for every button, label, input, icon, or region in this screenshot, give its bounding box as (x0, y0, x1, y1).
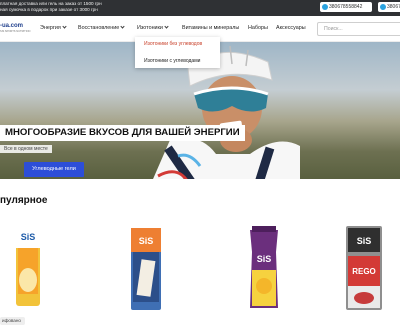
phone-number-2: 38067 (387, 4, 400, 10)
certified-badge: ифовано (0, 317, 25, 325)
nav-item-label: Аксессуары (276, 25, 306, 31)
nav-item-sets[interactable]: Наборы (248, 25, 268, 31)
telegram-icon (322, 4, 328, 10)
search-input[interactable]: Поиск... (317, 22, 400, 36)
top-bar: платная доставка или гель на заказ от 15… (0, 0, 400, 16)
product-name: REGO (352, 267, 376, 276)
energy-gels-button[interactable]: Углеводные гели (24, 162, 84, 177)
hero-subtitle: Все в одном месте (0, 145, 52, 153)
logo-text: -ua.com (0, 23, 24, 29)
chevron-down-icon (62, 24, 67, 29)
dropdown-item-carb-free[interactable]: Изотоники без углеводов (144, 41, 202, 47)
product-card-1[interactable]: SiS (6, 222, 52, 310)
phone-button-1[interactable]: 380678558842 (320, 2, 372, 12)
nav-item-recovery[interactable]: Восстановление (78, 24, 125, 31)
promo-line-1: платная доставка или гель на заказ от 15… (0, 1, 102, 6)
product-brand: SiS (257, 254, 272, 264)
product-image: SiS (131, 228, 161, 310)
phone-button-2[interactable]: 38067 (378, 2, 400, 12)
chevron-down-icon (120, 24, 125, 29)
site-logo[interactable]: -ua.com SIS SPORTS NUTRITION (0, 23, 34, 34)
logo-subtext: SIS SPORTS NUTRITION (0, 30, 31, 33)
nav-item-label: Энергия (40, 25, 61, 31)
nav-item-label: Наборы (248, 25, 268, 31)
promo-text: платная доставка или гель на заказ от 15… (0, 1, 102, 12)
product-brand: SiS (139, 236, 154, 246)
telegram-icon (380, 4, 386, 10)
phone-number-1: 380678558842 (329, 4, 363, 10)
product-brand: SiS (357, 236, 372, 246)
product-image: SiS (250, 226, 278, 308)
nav-item-label: Витамины и минералы (182, 25, 240, 31)
isotonics-dropdown: Изотоники без углеводов Изотоники с угле… (135, 37, 220, 68)
nav-item-energy[interactable]: Энергия (40, 24, 67, 31)
nav-item-label: Изотоники (137, 25, 163, 31)
promo-line-2: ная сумочка в подарок при заказе от 3000… (0, 6, 98, 12)
product-card-4[interactable]: SiS REGO (340, 222, 386, 310)
nav-item-vitamins[interactable]: Витамины и минералы (182, 25, 239, 31)
dropdown-item-with-carbs[interactable]: Изотоники с углеводами (144, 58, 200, 64)
product-image: SiS REGO (346, 226, 382, 310)
popular-section-title: пулярное (0, 195, 48, 206)
hero-title: МНОГООБРАЗИЕ ВКУСОВ ДЛЯ ВАШЕЙ ЭНЕРГИИ (0, 125, 245, 141)
nav-item-label: Восстановление (78, 25, 120, 31)
nav-item-isotonics[interactable]: Изотоники (137, 24, 169, 31)
product-image: SiS (16, 226, 40, 306)
nav-item-accessories[interactable]: Аксессуары (276, 25, 306, 31)
product-card-2[interactable]: SiS (125, 222, 171, 310)
product-brand: SiS (21, 232, 36, 242)
chevron-down-icon (164, 24, 169, 29)
product-card-3[interactable]: SiS (244, 222, 290, 310)
